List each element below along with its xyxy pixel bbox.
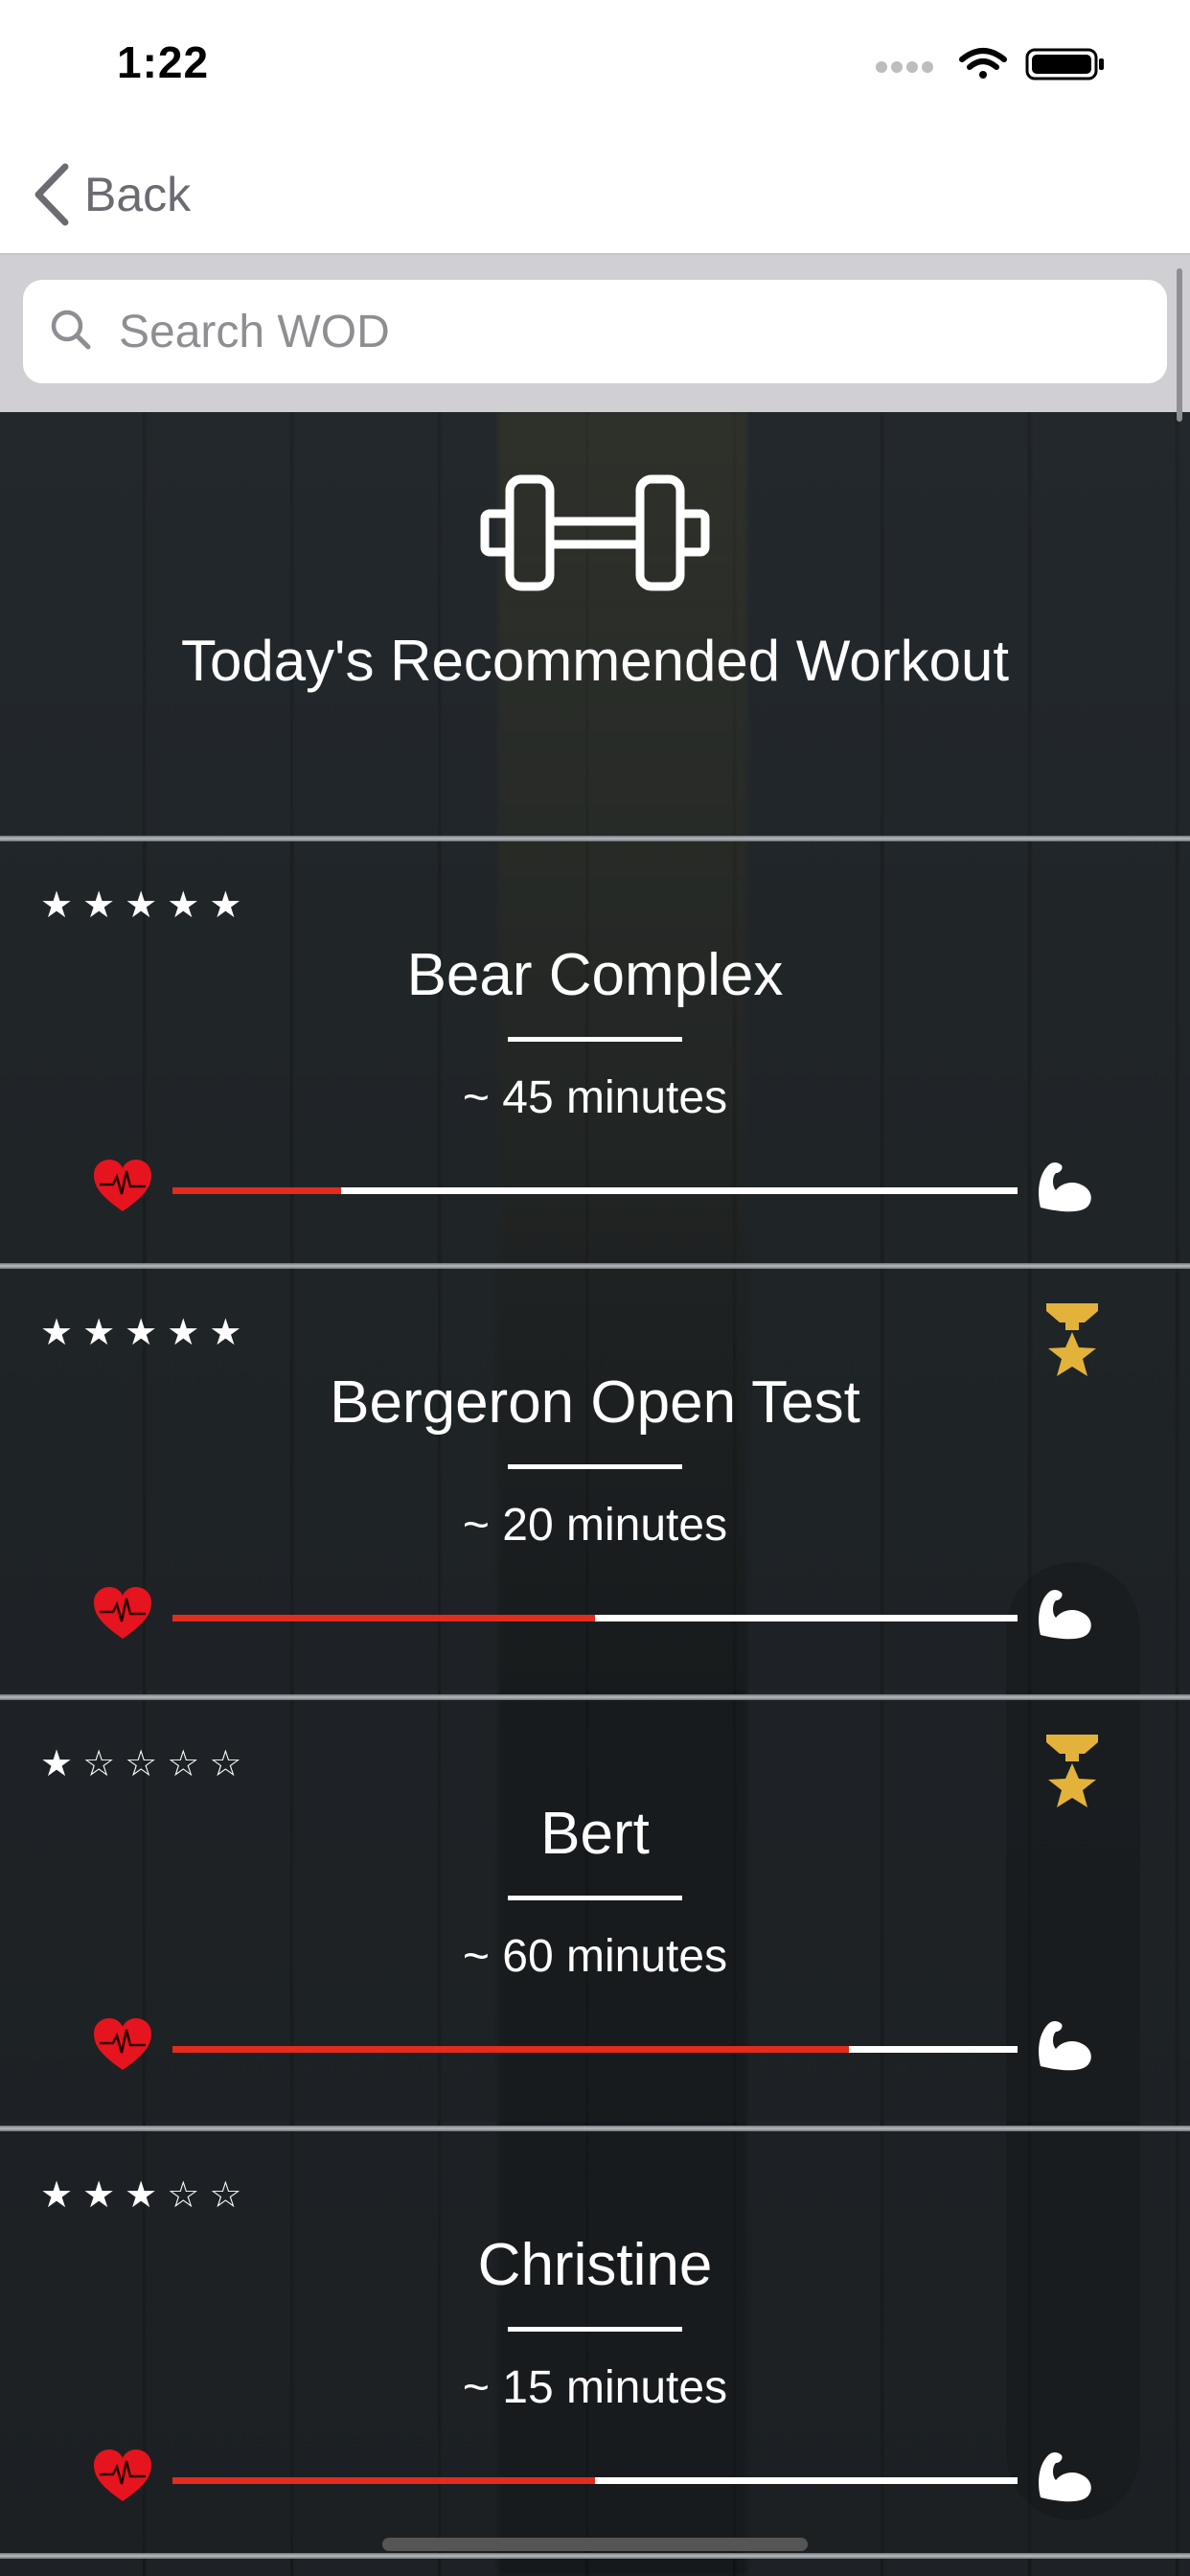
intensity-bar — [172, 2477, 1018, 2484]
star-filled-icon: ★ — [40, 2175, 74, 2216]
flexed-bicep-icon — [1039, 1590, 1091, 1640]
search-input[interactable] — [117, 304, 1127, 359]
status-time: 1:22 — [117, 37, 210, 87]
scroll-indicator[interactable] — [1177, 268, 1182, 422]
divider — [0, 2553, 1190, 2559]
recommended-workout-banner[interactable]: Today's Recommended Workout — [0, 412, 1190, 836]
heart-rate-icon — [94, 1160, 151, 1211]
rating-stars: ★ ☆ ☆ ☆ ☆ — [40, 1746, 241, 1782]
intensity-bar — [172, 2046, 1018, 2053]
dumbbell-icon — [480, 474, 710, 591]
chevron-left-icon — [34, 163, 69, 226]
workout-card[interactable]: ★ ★ ★ ☆ ☆ Christine ~ 15 minutes — [0, 2131, 1190, 2553]
star-filled-icon: ★ — [167, 1313, 200, 1353]
title-underline — [508, 1037, 682, 1042]
star-empty-icon: ☆ — [125, 1744, 158, 1784]
status-icons — [876, 48, 1104, 80]
star-filled-icon: ★ — [125, 2175, 158, 2216]
star-empty-icon: ☆ — [167, 2175, 200, 2216]
intensity-bar — [172, 1187, 1018, 1194]
search-area — [0, 255, 1190, 412]
heart-rate-icon — [94, 1587, 151, 1639]
workout-duration: ~ 15 minutes — [462, 2362, 728, 2413]
star-filled-icon: ★ — [40, 1744, 74, 1784]
home-indicator[interactable] — [382, 2538, 808, 2551]
status-bar: 1:22 — [0, 0, 1190, 134]
heart-rate-icon — [94, 2018, 151, 2070]
heart-rate-icon — [94, 2450, 151, 2501]
workout-name: Bert — [540, 1801, 650, 1867]
workout-name: Bear Complex — [406, 942, 784, 1008]
workout-name: Christine — [477, 2232, 713, 2298]
intensity-bar — [172, 1615, 1018, 1622]
star-empty-icon: ☆ — [209, 2175, 242, 2216]
intensity-fill — [172, 1615, 595, 1622]
flexed-bicep-icon — [1039, 2452, 1091, 2502]
workout-card[interactable]: ★ ★ ★ ★ ★ Bergeron Open Test ~ 20 minute… — [0, 1269, 1190, 1690]
star-filled-icon: ★ — [40, 1313, 74, 1353]
rating-stars: ★ ★ ★ ☆ ☆ — [40, 2177, 241, 2214]
workout-name: Bergeron Open Test — [330, 1369, 860, 1436]
workout-duration: ~ 60 minutes — [462, 1931, 728, 1982]
star-filled-icon: ★ — [209, 1313, 242, 1353]
workout-card[interactable]: ★ ☆ ☆ ☆ ☆ Bert ~ 60 minutes — [0, 1700, 1190, 2122]
workout-duration: ~ 45 minutes — [462, 1072, 728, 1123]
wifi-icon — [959, 48, 1007, 79]
cellular-signal-icon — [876, 61, 933, 73]
rating-stars: ★ ★ ★ ★ ★ — [40, 887, 241, 924]
search-box[interactable] — [23, 280, 1167, 383]
flexed-bicep-icon — [1039, 1162, 1091, 1212]
star-filled-icon: ★ — [125, 886, 158, 926]
intensity-fill — [172, 1187, 342, 1194]
star-filled-icon: ★ — [82, 2175, 116, 2216]
title-underline — [508, 2327, 682, 2332]
title-underline — [508, 1464, 682, 1469]
search-icon — [51, 310, 91, 350]
star-filled-icon: ★ — [167, 886, 200, 926]
navigation-bar: Back — [0, 134, 1190, 255]
workout-card[interactable]: ★ ★ ★ ★ ★ Bear Complex ~ 45 minutes — [0, 841, 1190, 1263]
star-filled-icon: ★ — [209, 886, 242, 926]
rating-stars: ★ ★ ★ ★ ★ — [40, 1315, 241, 1351]
star-filled-icon: ★ — [125, 1313, 158, 1353]
star-empty-icon: ☆ — [167, 1744, 200, 1784]
intensity-fill — [172, 2477, 595, 2484]
battery-icon — [1025, 48, 1104, 80]
back-label: Back — [84, 168, 192, 221]
star-filled-icon: ★ — [40, 886, 74, 926]
star-empty-icon: ☆ — [209, 1744, 242, 1784]
back-button[interactable]: Back — [33, 161, 191, 228]
title-underline — [508, 1896, 682, 1900]
flexed-bicep-icon — [1039, 2021, 1091, 2071]
star-filled-icon: ★ — [82, 1313, 116, 1353]
hero-title: Today's Recommended Workout — [180, 629, 1010, 693]
star-filled-icon: ★ — [82, 886, 116, 926]
workout-duration: ~ 20 minutes — [462, 1500, 728, 1551]
star-empty-icon: ☆ — [82, 1744, 116, 1784]
intensity-fill — [172, 2046, 849, 2053]
